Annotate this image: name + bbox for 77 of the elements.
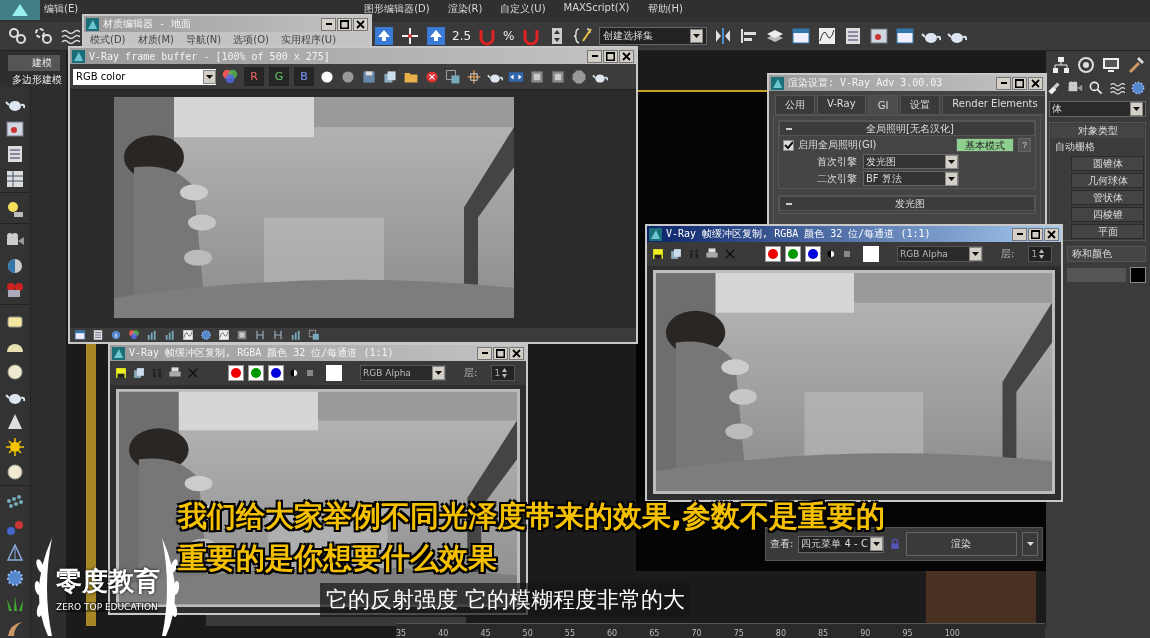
gear-icon[interactable] (5, 568, 25, 588)
flashlight-icon[interactable] (1046, 80, 1062, 96)
selection-set-dropdown[interactable]: 创建选择集 (598, 27, 707, 45)
cone-icon[interactable] (5, 412, 25, 432)
rollout-title[interactable]: 对象类型 (1051, 124, 1144, 138)
frame-number: 70 (691, 629, 702, 638)
frame-number: 35 (396, 629, 407, 638)
menu-item[interactable]: 帮助(H) (647, 2, 683, 16)
unlink-icon[interactable] (34, 26, 54, 46)
molecule-icon[interactable] (5, 518, 25, 538)
frame-number: 50 (522, 629, 533, 638)
render-frame-icon[interactable] (5, 119, 25, 139)
caret-icon[interactable] (689, 29, 703, 43)
frame-number: 40 (438, 629, 449, 638)
link-icon[interactable] (8, 26, 28, 46)
caret-icon[interactable] (1130, 102, 1143, 116)
window-icon[interactable] (790, 26, 811, 46)
bulb-icon[interactable] (5, 200, 25, 220)
magnifier-icon[interactable] (1088, 80, 1104, 96)
sphere-icon[interactable] (5, 362, 25, 382)
frame-number: 75 (733, 629, 744, 638)
ribbon-tab[interactable]: 建模 (8, 55, 60, 71)
arrow-up-icon[interactable] (426, 26, 446, 46)
checkbox-label[interactable]: 自动栅格 (1051, 140, 1144, 154)
menu-item[interactable]: 导航(N) (185, 33, 222, 46)
percent-snap[interactable]: % (503, 29, 515, 43)
menu-item[interactable]: 图形编辑器(D) (364, 2, 430, 16)
frame-number: 60 (607, 629, 618, 638)
move-icon[interactable] (400, 26, 420, 46)
sphere-icon[interactable] (5, 462, 25, 482)
arrow-up-icon[interactable] (374, 26, 394, 46)
frame-number: 85 (818, 629, 829, 638)
list-icon[interactable] (5, 144, 25, 164)
monitor-icon[interactable] (1101, 55, 1121, 75)
table-icon[interactable] (5, 169, 25, 189)
align-icon[interactable] (738, 26, 759, 46)
gear-icon[interactable] (1130, 80, 1146, 96)
window-icon[interactable] (894, 26, 915, 46)
frame-number: 90 (860, 629, 871, 638)
frame-number: 65 (649, 629, 660, 638)
menu-item[interactable]: 实用程序(U) (280, 33, 337, 46)
menu-item[interactable]: 自定义(U) (500, 2, 546, 16)
window-title: 材质编辑器 - 地面 (103, 17, 193, 31)
object-button[interactable]: 平面 (1071, 224, 1144, 239)
app-logo-icon[interactable] (0, 0, 40, 20)
frame-number: 80 (775, 629, 786, 638)
object-button[interactable]: 管状体 (1071, 190, 1144, 205)
menu-item[interactable]: 模式(D) (90, 33, 126, 46)
object-button[interactable]: 圆锥体 (1071, 156, 1144, 171)
name-field[interactable] (1067, 268, 1126, 282)
frame-number: 100 (944, 629, 960, 638)
motion-icon[interactable] (1076, 55, 1096, 75)
object-button[interactable]: 几何球体 (1071, 173, 1144, 188)
ribbon-panel-tab[interactable]: 多边形建模 (8, 73, 62, 87)
sun-icon[interactable] (5, 437, 25, 457)
menu-item[interactable]: 编辑(E) (44, 2, 79, 16)
menu-item[interactable]: 渲染(R) (447, 2, 483, 16)
frame-number: 95 (902, 629, 913, 638)
curve-icon[interactable] (816, 26, 837, 46)
frame-number: 45 (480, 629, 491, 638)
color-swatch[interactable] (1130, 267, 1146, 283)
category-dropdown[interactable]: 体 (1049, 101, 1146, 117)
pyramid-icon[interactable] (5, 543, 25, 563)
wave-icon[interactable] (1109, 80, 1125, 96)
menu-item[interactable]: 材质(M) (137, 33, 174, 46)
frame-number: 55 (564, 629, 575, 638)
object-button[interactable]: 四棱锥 (1071, 207, 1144, 222)
hammer-icon[interactable] (1126, 55, 1146, 75)
timeline-ruler[interactable]: 35 40 45 50 55 60 65 70 75 80 85 90 95 100 (396, 623, 1045, 638)
snap-value[interactable]: 2.5 (452, 29, 472, 43)
rollout-title[interactable]: 称和颜色 (1067, 246, 1146, 262)
brace-icon[interactable] (572, 26, 593, 46)
menu-item[interactable]: 选项(O) (233, 33, 269, 46)
render-frame-icon[interactable] (868, 26, 889, 46)
app-icon (86, 17, 99, 31)
menu-item[interactable]: MAXScript(X) (563, 2, 630, 16)
hierarchy-icon[interactable] (1051, 55, 1071, 75)
